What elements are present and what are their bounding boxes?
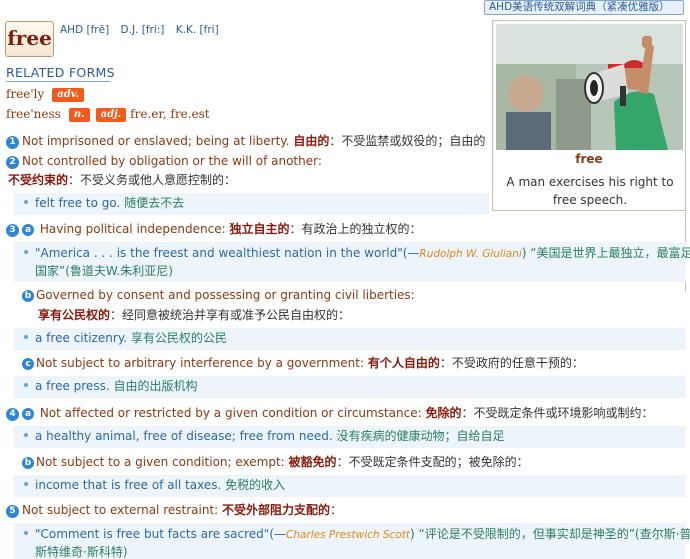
sense-definition-zh: ：不受既定条件或环境影响或制约： bbox=[461, 406, 654, 420]
example-zh: “美国是世界上最独立，最富足的 bbox=[530, 246, 690, 260]
bullet-dot-icon bbox=[24, 335, 28, 339]
example-en[interactable]: "America . . . is the freest and wealthi… bbox=[35, 246, 403, 260]
bullet-dot-icon bbox=[24, 433, 28, 437]
bullet-dot-icon bbox=[24, 250, 28, 254]
sense-definition-en: Not imprisoned or enslaved; being at lib… bbox=[22, 134, 290, 148]
example-zh: 随便去不去 bbox=[124, 196, 185, 210]
pos-tag-adj: adj. bbox=[95, 108, 127, 122]
example-zh: 享有公民权的公民 bbox=[130, 331, 227, 345]
sense-definition-zh: ：不受义务或他人意愿控制的： bbox=[68, 173, 237, 187]
illustration-photo[interactable] bbox=[496, 24, 683, 150]
example-3c: a free press. 自由的出版机构 bbox=[14, 376, 686, 398]
sense-2-zh: 不受约束的：不受义务或他人意愿控制的： bbox=[8, 172, 236, 188]
related-form-freeness: free'ness n. adj. fre.er, fre.est bbox=[6, 107, 210, 122]
sense-number-badge: 4 bbox=[6, 408, 19, 421]
example-en[interactable]: "Comment is free but facts are sacred" bbox=[35, 527, 269, 541]
example-2: felt free to go. 随便去不去 bbox=[14, 193, 489, 215]
pron-value-dj: [fri:] bbox=[141, 24, 165, 36]
related-form-freely: free'ly adv. bbox=[6, 87, 88, 102]
sense-definition-en: Not affected or restricted by a given co… bbox=[39, 406, 422, 420]
sense-3b: b Governed by consent and possessing or g… bbox=[22, 287, 415, 303]
sense-definition-en: Having political independence: bbox=[39, 222, 226, 236]
sense-4b: b Not subject to a given condition; exemp… bbox=[22, 454, 529, 470]
sense-gloss-zh: 不受外部阻力支配的 bbox=[222, 503, 331, 517]
sense-3b-zh: 享有公民权的：经同意被统治并享有或准予公民自由权的： bbox=[38, 307, 350, 323]
bullet-dot-icon bbox=[24, 383, 28, 387]
sense-5: 5 Not subject to external restraint: 不受外部… bbox=[6, 502, 342, 518]
sense-gloss-zh: 享有公民权的 bbox=[38, 308, 111, 322]
example-5: "Comment is free but facts are sacred"(—… bbox=[14, 523, 690, 559]
sense-definition-en: Not subject to external restraint: bbox=[22, 503, 219, 517]
bullet-dot-icon bbox=[24, 531, 28, 535]
sense-definition-zh: ：不受政府的任意干预的： bbox=[439, 356, 584, 370]
sense-definition-zh: ：有政治上的独立权的： bbox=[289, 222, 422, 236]
sense-2: 2 Not controlled by obligation or the wil… bbox=[6, 153, 322, 169]
sense-letter-badge: c bbox=[22, 358, 34, 370]
illustration-caption: A man exercises his right to free speech… bbox=[506, 175, 674, 207]
example-en[interactable]: felt free to go. bbox=[35, 196, 120, 210]
example-zh-continued: 国家”(鲁道夫W.朱利亚尼) bbox=[35, 264, 173, 278]
related-form-word: free'ness bbox=[6, 107, 61, 121]
pos-tag-adv: adv. bbox=[52, 88, 85, 102]
example-en[interactable]: a free press. bbox=[35, 379, 110, 393]
example-source: Rudolph W. Giuliani bbox=[419, 248, 522, 260]
sense-3c: c Not subject to arbitrary interference b… bbox=[22, 355, 584, 371]
illustration-card: free A man exercises his right to free s… bbox=[492, 20, 686, 211]
example-en[interactable]: a free citizenry. bbox=[35, 331, 127, 345]
sense-definition-zh: ：不受监禁或奴役的；自由的 bbox=[329, 134, 486, 148]
example-zh-continued: 斯特维奇·斯科特) bbox=[35, 545, 128, 559]
example-4b: income that is free of all taxes. 免税的收入 bbox=[14, 475, 686, 497]
example-zh: 自由的出版机构 bbox=[113, 379, 198, 393]
comparative-forms: fre.er, fre.est bbox=[130, 107, 210, 121]
related-form-word: free'ly bbox=[6, 87, 45, 101]
sense-definition-zh: ：经同意被统治并享有或准予公民自由权的： bbox=[110, 308, 351, 322]
sense-letter-badge: b bbox=[22, 290, 34, 302]
pos-tag-n: n. bbox=[68, 108, 90, 122]
sense-gloss-zh: 自由的 bbox=[293, 134, 330, 148]
sense-gloss-zh: 独立自主的 bbox=[229, 222, 290, 236]
sense-gloss-zh: 免除的 bbox=[425, 406, 462, 420]
sense-4a: 4a Not affected or restricted by a given… bbox=[6, 405, 654, 421]
related-forms-title: RELATED FORMS bbox=[6, 65, 115, 82]
sense-number-badge: 5 bbox=[6, 505, 19, 518]
example-zh: “评论是不受限制的，但事实却是神圣的”(查尔斯·普雷 bbox=[418, 527, 690, 541]
pron-label-ahd[interactable]: AHD bbox=[60, 24, 83, 36]
sense-letter-badge: a bbox=[22, 224, 34, 236]
sense-letter-badge: b bbox=[22, 457, 34, 469]
example-en[interactable]: a healthy animal, free of disease; free … bbox=[35, 429, 333, 443]
sense-definition-zh: ：不受既定条件支配的；被免除的： bbox=[336, 455, 529, 469]
sense-number-badge: 2 bbox=[6, 156, 19, 169]
example-zh: 免税的收入 bbox=[225, 478, 286, 492]
sense-definition-zh: ： bbox=[330, 503, 343, 517]
example-en[interactable]: income that is free of all taxes. bbox=[35, 478, 221, 492]
example-3b: a free citizenry. 享有公民权的公民 bbox=[14, 328, 686, 350]
pron-value-kk: [fri] bbox=[199, 24, 219, 36]
sense-definition-en: Not subject to a given condition; exempt… bbox=[36, 455, 285, 469]
pronunciation-row: AHD [frē] D.J. [fri:] K.K. [fri] bbox=[60, 24, 227, 36]
sense-definition-en: Governed by consent and possessing or gr… bbox=[36, 288, 415, 302]
megaphone-man-photo bbox=[496, 24, 683, 150]
sense-3a: 3a Having political independence: 独立自主的：… bbox=[6, 221, 421, 237]
pron-label-dj[interactable]: D.J. bbox=[121, 24, 139, 36]
bullet-dot-icon bbox=[24, 200, 28, 204]
sense-gloss-zh: 不受约束的 bbox=[8, 173, 69, 187]
sense-number-badge: 1 bbox=[6, 136, 19, 149]
bullet-dot-icon bbox=[24, 482, 28, 486]
sense-definition-en: Not controlled by obligation or the will… bbox=[22, 154, 322, 168]
sense-1: 1 Not imprisoned or enslaved; being at li… bbox=[6, 133, 485, 149]
sense-gloss-zh: 被豁免的 bbox=[288, 455, 337, 469]
sense-letter-badge: a bbox=[22, 408, 34, 420]
sense-gloss-zh: 有个人自由的 bbox=[367, 356, 440, 370]
example-source: Charles Prestwich Scott bbox=[286, 529, 410, 541]
pron-value-ahd: [frē] bbox=[86, 24, 110, 36]
example-zh: 没有疾病的健康动物；自给自足 bbox=[336, 429, 505, 443]
dictionary-source-badge[interactable]: AHD美语传统双解词典（紧凑优雅版） bbox=[484, 0, 684, 15]
example-4a: a healthy animal, free of disease; free … bbox=[14, 426, 686, 448]
illustration-title: free bbox=[575, 152, 603, 166]
sense-definition-en: Not subject to arbitrary interference by… bbox=[36, 356, 365, 370]
pron-label-kk[interactable]: K.K. bbox=[176, 24, 196, 36]
sense-number-badge: 3 bbox=[6, 224, 19, 237]
headword: free bbox=[5, 21, 54, 57]
example-3a: "America . . . is the freest and wealthi… bbox=[14, 242, 690, 282]
